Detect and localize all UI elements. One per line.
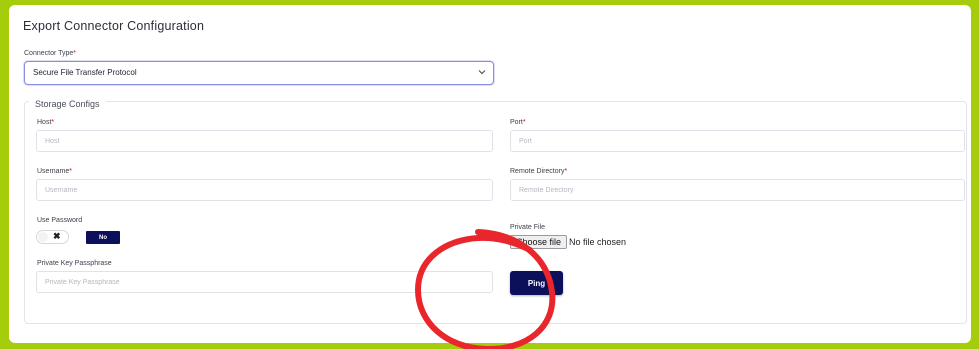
connector-config-card: Export Connector Configuration Connector… bbox=[9, 5, 971, 343]
host-input[interactable] bbox=[36, 130, 493, 152]
username-label: Username* bbox=[37, 168, 73, 175]
connector-type-label: Connector Type* bbox=[24, 50, 77, 57]
choose-file-button[interactable]: Choose file bbox=[510, 235, 568, 249]
private-file-label: Private File bbox=[510, 224, 546, 231]
ping-button[interactable]: Ping bbox=[510, 271, 563, 295]
connector-type-select[interactable]: Secure File Transfer Protocol bbox=[24, 61, 494, 85]
use-password-label: Use Password bbox=[37, 217, 83, 224]
file-status-text: No file chosen bbox=[569, 237, 627, 247]
page-title: Export Connector Configuration bbox=[23, 19, 205, 33]
port-input[interactable] bbox=[510, 130, 965, 152]
passphrase-input[interactable] bbox=[36, 271, 493, 293]
remote-directory-label: Remote Directory* bbox=[510, 168, 568, 175]
toggle-knob bbox=[38, 232, 48, 242]
use-password-toggle[interactable]: ✖ bbox=[36, 230, 69, 244]
username-input[interactable] bbox=[36, 179, 493, 201]
chevron-down-icon bbox=[478, 70, 486, 75]
port-label: Port* bbox=[510, 119, 526, 126]
passphrase-label: Private Key Passphrase bbox=[37, 260, 112, 267]
remote-directory-input[interactable] bbox=[510, 179, 965, 201]
connector-type-value: Secure File Transfer Protocol bbox=[33, 68, 137, 77]
storage-configs-legend: Storage Configs bbox=[29, 99, 106, 109]
close-icon: ✖ bbox=[53, 231, 61, 241]
host-label: Host* bbox=[37, 119, 55, 126]
use-password-state-badge: No bbox=[86, 231, 120, 244]
